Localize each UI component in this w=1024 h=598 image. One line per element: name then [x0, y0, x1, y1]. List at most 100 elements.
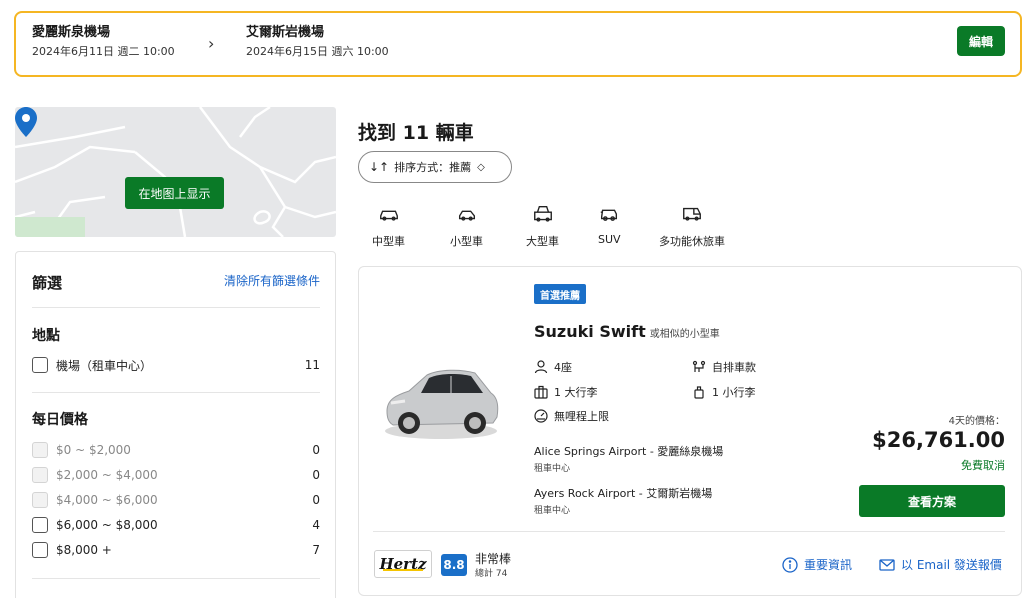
pickup-datetime: 2024年6月11日 週二 10:00 [32, 45, 175, 58]
spec-seats: 4座 [534, 359, 572, 375]
car-name-suffix: 或相似的小型車 [649, 329, 720, 340]
free-cancellation: 免費取消 [961, 459, 1005, 472]
filter-option-airport[interactable]: 機場（租車中心） 11 [32, 356, 320, 374]
email-quote-link[interactable]: 以 Email 發送報價 [879, 556, 1002, 573]
rating-score: 8.8 [441, 554, 467, 576]
category-label: 小型車 [450, 235, 483, 248]
filter-option-label: $4,000 ~ $6,000 [56, 493, 158, 507]
important-info-link[interactable]: 重要資訊 [782, 556, 852, 573]
clear-filters-link[interactable]: 清除所有篩選條件 [224, 272, 320, 289]
email-quote-text: 以 Email 發送報價 [901, 558, 1002, 572]
price-filter-title: 每日價格 [32, 412, 88, 428]
filter-option-count: 0 [312, 468, 320, 482]
pickup-location: 愛麗斯泉機場 [32, 25, 111, 40]
results-count-title: 找到 11 輛車 [358, 122, 474, 144]
large-car-icon [533, 205, 552, 222]
suitcase-icon [534, 385, 548, 399]
chevron-updown-icon: ◇ [477, 161, 485, 173]
category-label: 大型車 [526, 235, 559, 248]
category-midsize[interactable]: 中型車 [372, 203, 405, 249]
category-large[interactable]: 大型車 [526, 203, 559, 249]
pickup-location-line: Alice Springs Airport - 愛麗絲泉機場 [534, 445, 724, 458]
sort-icon: ↓↑ [369, 160, 390, 174]
rating-count: 總計 74 [475, 569, 508, 579]
price-duration-note: 4天的價格： [948, 416, 1005, 427]
total-price: $26,761.00 [872, 428, 1005, 452]
speedometer-icon [534, 409, 548, 423]
dropoff-block: 艾爾斯岩機場 2024年6月15日 週六 10:00 [246, 24, 389, 60]
gearshift-icon [692, 360, 706, 372]
checkbox [32, 492, 48, 508]
map-pin-icon [15, 107, 37, 137]
filters-title: 篩選 [32, 274, 63, 292]
pickup-block: 愛麗斯泉機場 2024年6月11日 週二 10:00 [32, 24, 175, 60]
category-label: 中型車 [372, 235, 405, 248]
filter-option-label: $0 ~ $2,000 [56, 443, 131, 457]
dropoff-location-type: 租車中心 [534, 506, 571, 516]
spec-seats-text: 4座 [554, 361, 572, 374]
car-result-card: 首選推薦 Suzuki Swift 或相似的小型車 4座 自排車款 1 大行李 1… [358, 266, 1022, 596]
filter-option-count: 11 [304, 358, 320, 372]
filter-option-label: $6,000 ~ $8,000 [56, 518, 158, 532]
suv-icon [601, 209, 618, 221]
car-model-name: Suzuki Swift 或相似的小型車 [534, 322, 720, 341]
important-info-text: 重要資訊 [804, 558, 853, 572]
map-preview[interactable]: 在地图上显示 [15, 107, 336, 237]
midsize-car-icon [379, 210, 398, 221]
checkbox[interactable] [32, 357, 48, 373]
car-image [385, 369, 499, 439]
category-van[interactable]: 多功能休旅車 [659, 203, 725, 249]
spec-small-bags-text: 1 小行李 [712, 386, 756, 399]
dropoff-location: 艾爾斯岩機場 [246, 25, 325, 40]
car-name-text: Suzuki Swift [534, 322, 646, 341]
search-summary-bar: 愛麗斯泉機場 2024年6月11日 週二 10:00 › 艾爾斯岩機場 2024… [14, 11, 1022, 77]
spec-transmission: 自排車款 [692, 359, 756, 375]
dropoff-location-line: Ayers Rock Airport - 艾爾斯岩機場 [534, 487, 713, 500]
filter-option-count: 4 [312, 518, 320, 532]
sort-label: 排序方式：推薦 [394, 161, 472, 174]
filter-option-count: 7 [312, 543, 320, 557]
filter-option-label: 機場（租車中心） [56, 358, 153, 373]
filter-option-price-0: $0 ~ $2,000 0 [32, 441, 320, 459]
map-roads [15, 107, 336, 237]
category-small[interactable]: 小型車 [450, 203, 483, 249]
divider [32, 307, 320, 308]
filters-panel: 篩選 清除所有篩選條件 地點 機場（租車中心） 11 每日價格 $0 ~ $2,… [15, 251, 336, 598]
person-icon [534, 360, 548, 374]
top-pick-badge: 首選推薦 [534, 284, 586, 304]
van-icon [683, 207, 701, 221]
spec-mileage-text: 無哩程上限 [554, 410, 609, 423]
checkbox[interactable] [32, 542, 48, 558]
filter-option-label: $8,000 + [56, 543, 112, 557]
spec-small-bags: 1 小行李 [692, 384, 756, 400]
filter-option-price-3[interactable]: $6,000 ~ $8,000 4 [32, 516, 320, 534]
show-on-map-button[interactable]: 在地图上显示 [125, 177, 224, 209]
chevron-right-icon: › [208, 34, 215, 53]
checkbox [32, 442, 48, 458]
filter-option-price-1: $2,000 ~ $4,000 0 [32, 466, 320, 484]
spec-large-bags: 1 大行李 [534, 384, 598, 400]
spec-mileage: 無哩程上限 [534, 408, 609, 424]
divider [32, 578, 320, 579]
divider [32, 392, 320, 393]
location-filter-title: 地點 [32, 328, 60, 344]
checkbox[interactable] [32, 517, 48, 533]
filter-option-price-2: $4,000 ~ $6,000 0 [32, 491, 320, 509]
filter-option-label: $2,000 ~ $4,000 [56, 468, 158, 482]
view-deal-button[interactable]: 查看方案 [859, 485, 1005, 517]
category-label: 多功能休旅車 [659, 235, 725, 248]
category-label: SUV [598, 233, 621, 246]
small-bag-icon [694, 386, 704, 399]
rating-word: 非常棒 [475, 552, 512, 566]
edit-search-button[interactable]: 編輯 [957, 26, 1005, 56]
spec-large-bags-text: 1 大行李 [554, 386, 598, 399]
sort-dropdown[interactable]: ↓↑ 排序方式：推薦 ◇ [358, 151, 512, 183]
divider [373, 531, 1005, 532]
envelope-icon [879, 558, 895, 571]
supplier-logo: Hertz [374, 550, 432, 578]
filter-option-price-4[interactable]: $8,000 + 7 [32, 541, 320, 559]
checkbox [32, 467, 48, 483]
pickup-location-type: 租車中心 [534, 464, 571, 474]
supplier-name: Hertz [379, 555, 427, 573]
category-suv[interactable]: SUV [598, 203, 621, 246]
